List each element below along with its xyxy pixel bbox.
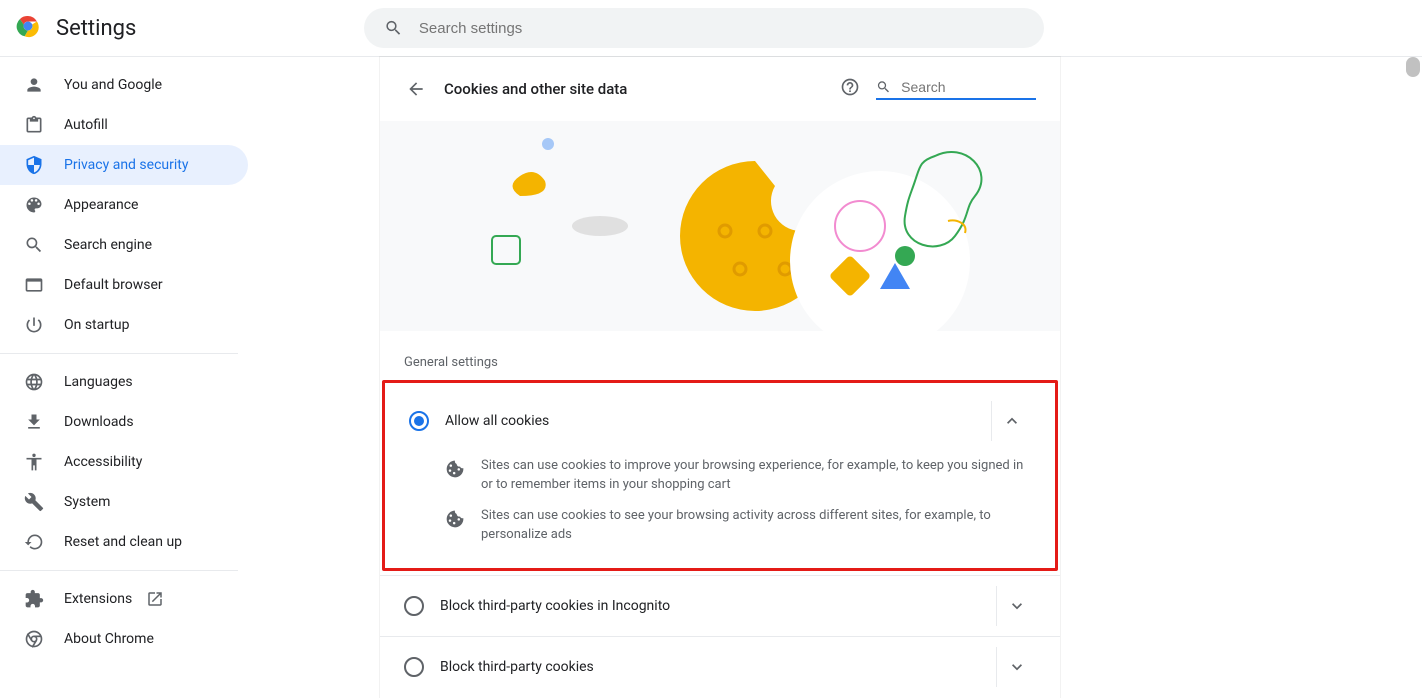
person-icon <box>24 75 44 95</box>
accessibility-icon <box>24 452 44 472</box>
sidebar-item-label: Reset and clean up <box>64 534 182 550</box>
search-icon <box>24 235 44 255</box>
globe-icon <box>24 372 44 392</box>
help-icon <box>840 77 860 97</box>
main-title: Cookies and other site data <box>444 80 824 98</box>
chevron-down-icon <box>1007 657 1027 677</box>
restore-icon <box>24 532 44 552</box>
browser-icon <box>24 275 44 295</box>
sidebar-item-label: Appearance <box>64 197 138 213</box>
sidebar-item-label: Downloads <box>64 414 134 430</box>
sidebar-item-label: Search engine <box>64 237 152 253</box>
scrollbar-thumb[interactable] <box>1406 57 1420 77</box>
option-label: Allow all cookies <box>445 413 983 429</box>
inline-search[interactable] <box>876 78 1036 100</box>
radio-unselected-icon <box>404 657 424 677</box>
divider <box>0 570 238 571</box>
sidebar-item-label: About Chrome <box>64 631 154 647</box>
collapse-button[interactable] <box>991 401 1031 441</box>
cookies-illustration <box>380 121 1060 331</box>
wrench-icon <box>24 492 44 512</box>
sidebar-item-you-and-google[interactable]: You and Google <box>0 65 248 105</box>
allow-all-cookies-card: Allow all cookies Sites can use cookies … <box>382 380 1058 571</box>
palette-icon <box>24 195 44 215</box>
expand-button[interactable] <box>996 647 1036 687</box>
sidebar-item-languages[interactable]: Languages <box>0 362 248 402</box>
sidebar-item-reset[interactable]: Reset and clean up <box>0 522 248 562</box>
open-new-icon <box>146 590 164 608</box>
section-title: General settings <box>380 347 1060 380</box>
sidebar-item-label: On startup <box>64 317 130 333</box>
sidebar-item-accessibility[interactable]: Accessibility <box>0 442 248 482</box>
sidebar-item-label: Accessibility <box>64 454 142 470</box>
expand-button[interactable] <box>996 586 1036 626</box>
arrow-left-icon <box>406 79 426 99</box>
divider <box>0 353 238 354</box>
sidebar-item-label: You and Google <box>64 77 162 93</box>
sidebar-item-label: Extensions <box>64 591 132 607</box>
chrome-outline-icon <box>24 629 44 649</box>
sidebar-item-label: Autofill <box>64 117 108 133</box>
back-button[interactable] <box>404 77 428 101</box>
sidebar-item-search-engine[interactable]: Search engine <box>0 225 248 265</box>
cookie-icon <box>445 509 465 529</box>
sidebar-item-about-chrome[interactable]: About Chrome <box>0 619 248 659</box>
option-allow-all-cookies[interactable]: Allow all cookies <box>385 391 1055 451</box>
radio-selected-icon <box>409 411 429 431</box>
inline-search-input[interactable] <box>901 79 1036 95</box>
search-icon <box>876 78 891 96</box>
chevron-down-icon <box>1007 596 1027 616</box>
shield-icon <box>24 155 44 175</box>
sidebar-item-downloads[interactable]: Downloads <box>0 402 248 442</box>
sidebar-item-appearance[interactable]: Appearance <box>0 185 248 225</box>
app-title: Settings <box>56 16 136 41</box>
option-detail-text: Sites can use cookies to see your browsi… <box>481 507 1031 545</box>
power-icon <box>24 315 44 335</box>
sidebar-item-label: Default browser <box>64 277 163 293</box>
main-panel: Cookies and other site data <box>380 57 1060 698</box>
option-detail-text: Sites can use cookies to improve your br… <box>481 457 1031 495</box>
download-icon <box>24 412 44 432</box>
chrome-logo-icon <box>16 14 40 42</box>
sidebar-item-extensions[interactable]: Extensions <box>0 579 248 619</box>
puzzle-icon <box>24 589 44 609</box>
option-block-third-party-incognito[interactable]: Block third-party cookies in Incognito <box>380 575 1060 636</box>
sidebar-item-privacy-security[interactable]: Privacy and security <box>0 145 248 185</box>
sidebar-item-on-startup[interactable]: On startup <box>0 305 248 345</box>
cookie-icon <box>445 459 465 479</box>
search-icon <box>384 18 403 38</box>
sidebar-item-autofill[interactable]: Autofill <box>0 105 248 145</box>
sidebar: You and Google Autofill Privacy and secu… <box>0 57 248 698</box>
sidebar-item-default-browser[interactable]: Default browser <box>0 265 248 305</box>
sidebar-item-system[interactable]: System <box>0 482 248 522</box>
sidebar-item-label: System <box>64 494 110 510</box>
option-label: Block third-party cookies in Incognito <box>440 598 988 614</box>
search-settings-input[interactable] <box>419 20 1024 37</box>
option-block-third-party[interactable]: Block third-party cookies <box>380 636 1060 697</box>
sidebar-item-label: Privacy and security <box>64 157 188 173</box>
radio-unselected-icon <box>404 596 424 616</box>
sidebar-item-label: Languages <box>64 374 133 390</box>
search-settings-box[interactable] <box>364 8 1044 48</box>
help-button[interactable] <box>840 77 860 101</box>
chevron-up-icon <box>1002 411 1022 431</box>
option-label: Block third-party cookies <box>440 659 988 675</box>
clipboard-icon <box>24 115 44 135</box>
